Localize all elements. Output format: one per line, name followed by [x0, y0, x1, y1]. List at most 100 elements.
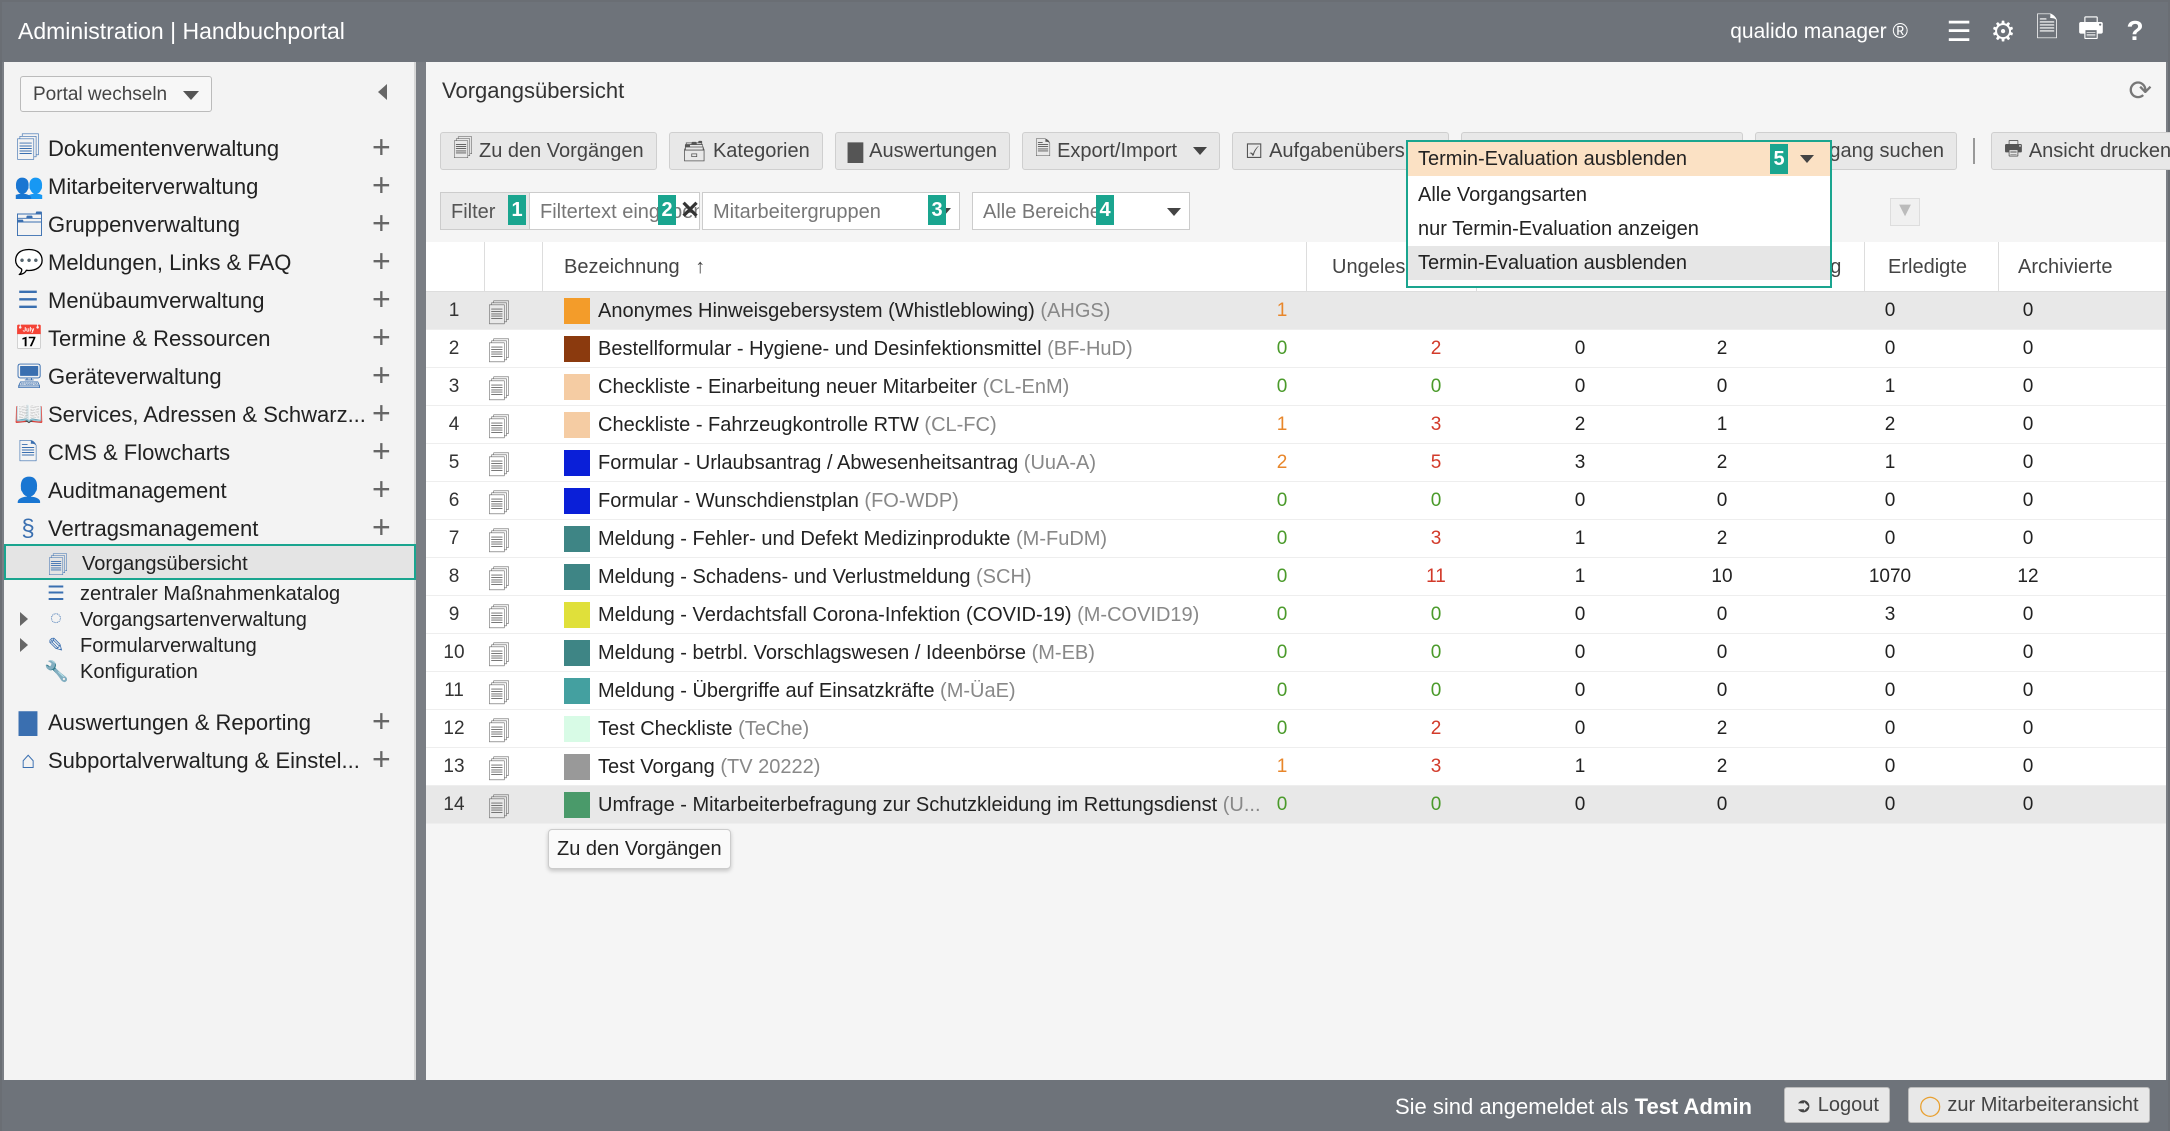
- table-row[interactable]: 5 🗐 Formular - Urlaubsantrag / Abwesenheit…: [426, 444, 2166, 482]
- process-name[interactable]: Formular - Wunschdienstplan (FO-WDP): [598, 490, 959, 513]
- documents-icon[interactable]: 🗐: [486, 335, 512, 364]
- clear-filter-icon[interactable]: ✕: [680, 196, 700, 225]
- documents-icon[interactable]: 🗐: [486, 753, 512, 782]
- expand-toggle-icon[interactable]: +: [372, 743, 391, 775]
- process-name[interactable]: Anonymes Hinweisgebersystem (Whistleblow…: [598, 300, 1110, 323]
- expand-toggle-icon[interactable]: +: [372, 321, 391, 353]
- gears-icon[interactable]: ⚙: [1988, 14, 2018, 48]
- documents-icon[interactable]: 🗐: [486, 449, 512, 478]
- logout-button[interactable]: ➲ Logout: [1784, 1087, 1890, 1123]
- termin-option[interactable]: Alle Vorgangsarten: [1408, 178, 1830, 212]
- expand-toggle-icon[interactable]: +: [372, 131, 391, 163]
- process-name-label: Test Vorgang: [598, 756, 715, 778]
- process-name[interactable]: Meldung - Verdachtsfall Corona-Infektion…: [598, 604, 1199, 627]
- process-name[interactable]: Meldung - Schadens- und Verlustmeldung (…: [598, 566, 1032, 589]
- process-name[interactable]: Umfrage - Mitarbeiterbefragung zur Schut…: [598, 794, 1261, 817]
- expand-toggle-icon[interactable]: +: [372, 359, 391, 391]
- column-header-name[interactable]: Bezeichnung ↑: [564, 256, 705, 279]
- process-name[interactable]: Test Checkliste (TeChe): [598, 718, 809, 741]
- expand-toggle-icon[interactable]: +: [372, 511, 391, 543]
- areas-select[interactable]: Alle Bereiche: [972, 192, 1190, 230]
- documents-icon[interactable]: 🗐: [486, 525, 512, 554]
- toolbar-button[interactable]: 🗃 Kategorien: [668, 132, 823, 170]
- count-cell: 0: [2022, 338, 2034, 359]
- row-number: 10: [443, 642, 465, 663]
- refresh-icon[interactable]: ⟳: [2129, 74, 2152, 107]
- logged-in-prefix: Sie sind angemeldet als: [1394, 1094, 1629, 1119]
- process-name[interactable]: Test Vorgang (TV 20222): [598, 756, 820, 779]
- employee-groups-select[interactable]: Mitarbeitergruppen: [702, 192, 960, 230]
- funnel-icon[interactable]: ▼: [1890, 198, 1920, 226]
- table-row[interactable]: 1 🗐 Anonymes Hinweisgebersystem (Whistlebl…: [426, 292, 2166, 330]
- column-header-done[interactable]: Erledigte: [1888, 256, 1967, 279]
- column-header-unread[interactable]: Ungeles: [1332, 256, 1405, 279]
- table-row[interactable]: 11 🗐 Meldung - Übergriffe auf Einsatzkräft…: [426, 672, 2166, 710]
- portal-switch-select[interactable]: Portal wechseln: [20, 76, 212, 112]
- print-icon[interactable]: 🖶: [2076, 12, 2106, 48]
- expand-toggle-icon[interactable]: +: [372, 397, 391, 429]
- process-name[interactable]: Checkliste - Fahrzeugkontrolle RTW (CL-F…: [598, 414, 997, 437]
- documents-icon[interactable]: 🗐: [486, 601, 512, 630]
- termin-evaluation-select[interactable]: Termin-Evaluation ausblenden: [1408, 142, 1830, 176]
- expand-toggle-icon[interactable]: +: [372, 435, 391, 467]
- employee-view-button[interactable]: ◯ zur Mitarbeiteransicht: [1908, 1087, 2150, 1123]
- expand-toggle-icon[interactable]: +: [372, 283, 391, 315]
- table-row[interactable]: 6 🗐 Formular - Wunschdienstplan (FO-WDP) 0 0…: [426, 482, 2166, 520]
- termin-evaluation-dropdown[interactable]: Termin-Evaluation ausblenden 5 Alle Vorg…: [1406, 140, 1832, 288]
- table-row[interactable]: 3 🗐 Checkliste - Einarbeitung neuer Mitarb…: [426, 368, 2166, 406]
- color-swatch: [564, 678, 590, 704]
- toolbar-button[interactable]: 🗎 Export/Import: [1021, 132, 1221, 170]
- toolbar: 🗐 Zu den Vorgängen 🗃 Kategorien ▇ Auswertunge…: [440, 132, 2170, 172]
- list-icon: ☰: [17, 287, 39, 314]
- barcode-icon[interactable]: ☰: [1944, 14, 1974, 48]
- table-row[interactable]: 7 🗐 Meldung - Fehler- und Defekt Medizinpr…: [426, 520, 2166, 558]
- table-row[interactable]: 12 🗐 Test Checkliste (TeChe) 0 2 0 2 0 0: [426, 710, 2166, 748]
- expand-toggle-icon[interactable]: +: [372, 169, 391, 201]
- color-swatch: [564, 792, 590, 818]
- documents-icon[interactable]: 🗐: [486, 297, 512, 326]
- expand-toggle-icon[interactable]: +: [372, 245, 391, 277]
- sidebar-item[interactable]: ⌂ Subportalverwaltung & Einstel... +: [4, 734, 416, 786]
- toolbar-button[interactable]: ▇ Auswertungen: [834, 132, 1010, 170]
- column-header-archived[interactable]: Archivierte: [2018, 256, 2112, 279]
- documents-icon[interactable]: 🗐: [486, 639, 512, 668]
- documents-icon[interactable]: 🗐: [486, 677, 512, 706]
- documents-icon[interactable]: 🗐: [486, 563, 512, 592]
- process-name[interactable]: Checkliste - Einarbeitung neuer Mitarbei…: [598, 376, 1069, 399]
- count-cell: 0: [1574, 680, 1586, 701]
- table-row[interactable]: 8 🗐 Meldung - Schadens- und Verlustmeldung…: [426, 558, 2166, 596]
- process-name[interactable]: Meldung - Fehler- und Defekt Medizinprod…: [598, 528, 1107, 551]
- table-row[interactable]: 10 🗐 Meldung - betrbl. Vorschlagswesen / I…: [426, 634, 2166, 672]
- toolbar-button[interactable]: 🖶 Ansicht drucken: [1990, 132, 2170, 170]
- toolbar-button[interactable]: 🗐 Zu den Vorgängen: [440, 132, 657, 170]
- documents-icon[interactable]: 🗐: [486, 487, 512, 516]
- help-icon[interactable]: ?: [2120, 14, 2150, 48]
- expand-toggle-icon[interactable]: +: [372, 207, 391, 239]
- table-row[interactable]: 13 🗐 Test Vorgang (TV 20222) 1 3 1 2 0 0: [426, 748, 2166, 786]
- process-name[interactable]: Bestellformular - Hygiene- und Desinfekt…: [598, 338, 1133, 361]
- xlsx-icon[interactable]: 🗎: [2032, 12, 2062, 48]
- process-name[interactable]: Meldung - betrbl. Vorschlagswesen / Idee…: [598, 642, 1095, 665]
- count-cell: 2: [1430, 718, 1442, 739]
- table-row[interactable]: 9 🗐 Meldung - Verdachtsfall Corona-Infekti…: [426, 596, 2166, 634]
- table-row[interactable]: 2 🗐 Bestellformular - Hygiene- und Desinfe…: [426, 330, 2166, 368]
- documents-icon[interactable]: 🗐: [486, 373, 512, 402]
- sidebar-subitem[interactable]: 🗐 Vorgangsübersicht: [4, 544, 416, 580]
- chevron-right-icon[interactable]: [20, 638, 28, 652]
- documents-icon[interactable]: 🗐: [486, 411, 512, 440]
- process-name[interactable]: Meldung - Übergriffe auf Einsatzkräfte (…: [598, 680, 1016, 703]
- documents-icon[interactable]: 🗐: [486, 715, 512, 744]
- documents-icon[interactable]: 🗐: [486, 791, 512, 820]
- expand-toggle-icon[interactable]: +: [372, 473, 391, 505]
- sidebar-subitem[interactable]: 🔧 Konfiguration: [4, 654, 416, 690]
- termin-option[interactable]: nur Termin-Evaluation anzeigen: [1408, 212, 1830, 246]
- process-name[interactable]: Formular - Urlaubsantrag / Abwesenheitsa…: [598, 452, 1096, 475]
- sidebar-subitem-label: Konfiguration: [80, 661, 198, 683]
- table-row[interactable]: 14 🗐 Umfrage - Mitarbeiterbefragung zur Sc…: [426, 786, 2166, 824]
- expand-toggle-icon[interactable]: +: [372, 705, 391, 737]
- collapse-sidebar-icon[interactable]: [378, 84, 387, 100]
- termin-option-selected[interactable]: Termin-Evaluation ausblenden: [1408, 246, 1830, 280]
- color-swatch: [564, 602, 590, 628]
- chevron-right-icon[interactable]: [20, 612, 28, 626]
- table-row[interactable]: 4 🗐 Checkliste - Fahrzeugkontrolle RTW (CL…: [426, 406, 2166, 444]
